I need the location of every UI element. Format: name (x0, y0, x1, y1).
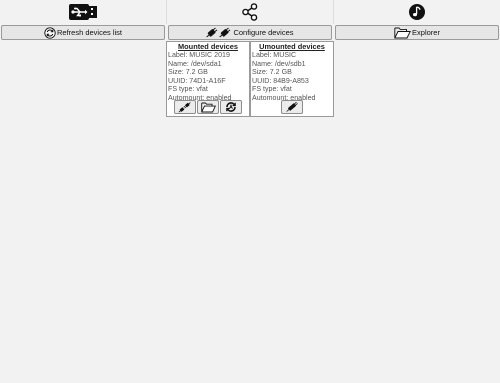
mounted-actions (167, 100, 249, 115)
refresh-icon (44, 26, 56, 39)
action-bar: Refresh devices list Configure devices E… (0, 24, 500, 42)
unmounted-size: Size: 7.2 GB (252, 68, 292, 77)
refresh-devices-button[interactable]: Refresh devices list (1, 25, 165, 40)
mounted-fstype: FS type: vfat (168, 85, 208, 94)
mounted-label: Label: MUSIC 2019 (168, 51, 230, 59)
unplug-icon (178, 102, 191, 113)
mounted-name: Name: /dev/sda1 (168, 59, 222, 68)
mounted-uuid: UUID: 74D1-A16F (168, 76, 226, 85)
open-folder-button[interactable] (197, 100, 219, 114)
tab-configuration[interactable] (167, 0, 333, 24)
unmounted-devices-title: Umounted devices (259, 42, 325, 51)
unmounted-fstype: FS type: vfat (252, 85, 292, 94)
mounted-devices-title: Mounted devices (178, 42, 238, 51)
unmounted-uuid: UUID: 84B9-A853 (252, 76, 309, 85)
automount-toggle-button[interactable] (220, 100, 242, 114)
folder-open-icon (200, 102, 216, 112)
unmounted-devices-panel: Umounted devices Label: MUSIC Name: /dev… (250, 41, 334, 117)
unmounted-name: Name: /dev/sdb1 (252, 59, 306, 68)
plug-icon (286, 101, 298, 112)
plugs-icon (206, 27, 231, 38)
configure-devices-button[interactable]: Configure devices (168, 25, 332, 40)
folder-open-icon (394, 27, 411, 38)
unmount-button[interactable] (174, 100, 196, 114)
unmounted-actions (251, 100, 333, 115)
explorer-button[interactable]: Explorer (335, 25, 499, 40)
refresh-devices-label: Refresh devices list (56, 28, 123, 37)
tab-music[interactable] (334, 0, 500, 24)
mounted-devices-panel: Mounted devices Label: MUSIC 2019 Name: … (166, 41, 250, 117)
tab-bar (0, 0, 500, 24)
tab-usb-devices[interactable] (0, 0, 166, 24)
music-note-icon (409, 4, 425, 20)
unmounted-label: Label: MUSIC (252, 51, 297, 59)
configure-devices-label: Configure devices (233, 28, 294, 37)
explorer-label: Explorer (412, 28, 440, 37)
mount-button[interactable] (281, 100, 303, 114)
share-icon (242, 3, 258, 21)
usb-icon (69, 4, 97, 20)
mounted-size: Size: 7.2 GB (168, 68, 208, 77)
auto-mount-toggle-icon (226, 102, 236, 112)
